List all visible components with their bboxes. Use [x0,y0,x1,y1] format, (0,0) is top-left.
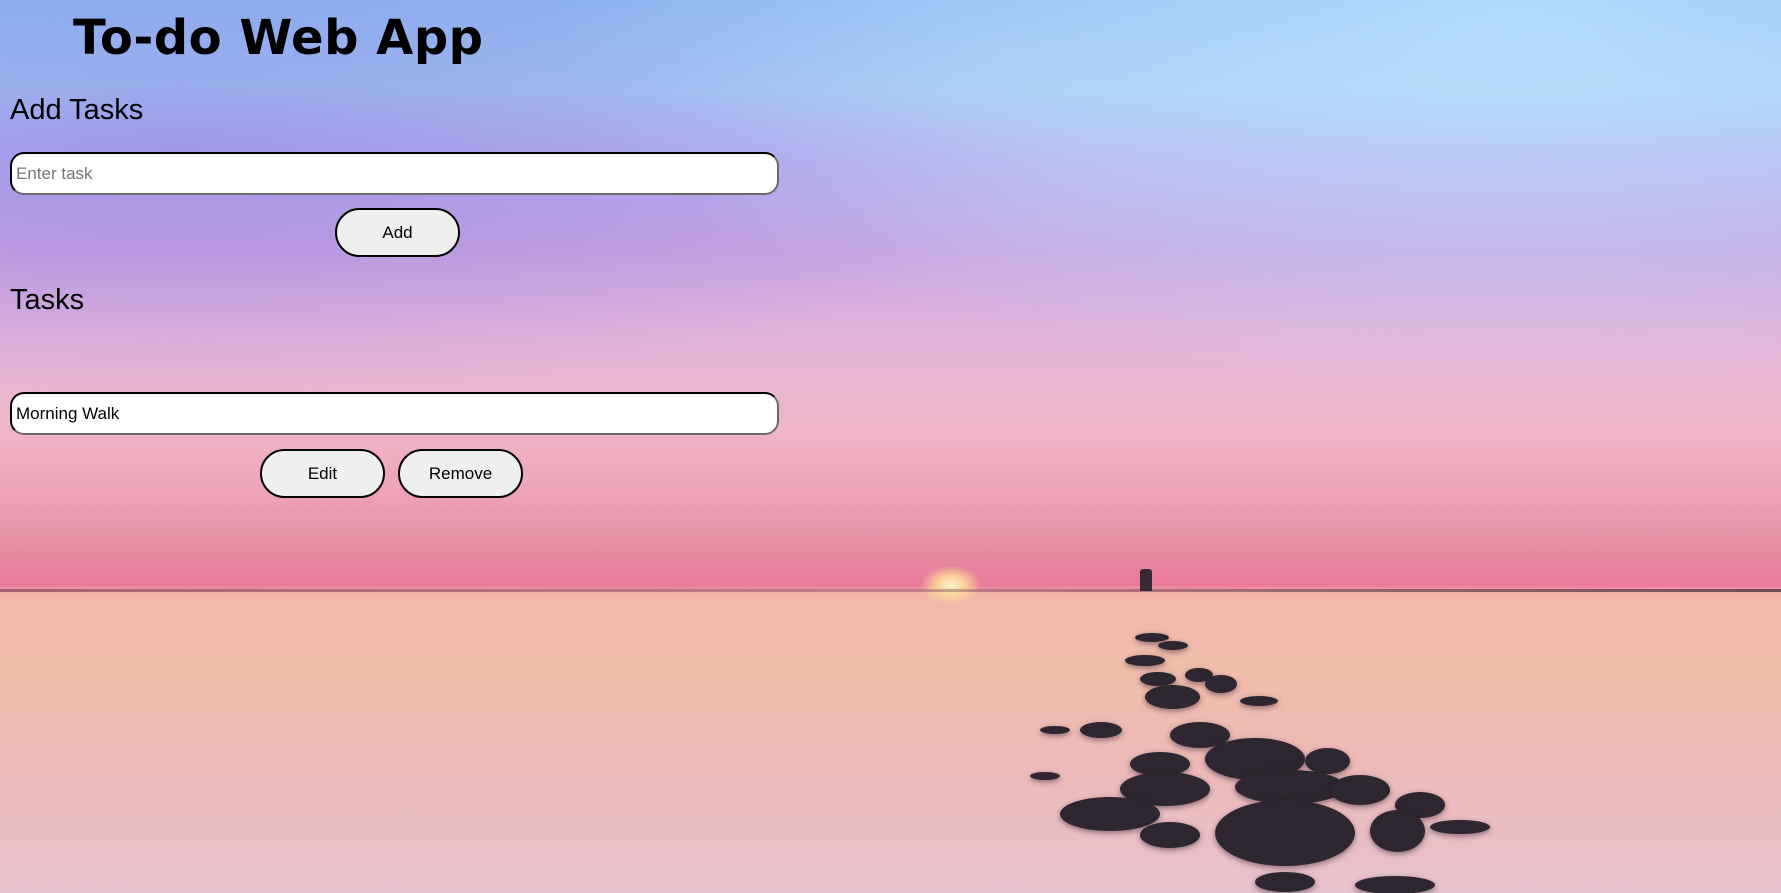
rock-25 [1255,872,1315,892]
rock-8 [1240,696,1278,706]
rock-16 [1235,770,1345,804]
rock-2 [1158,641,1188,650]
rock-3 [1125,655,1165,666]
rock-6 [1205,675,1237,693]
rock-21 [1370,810,1425,852]
rock-1 [1135,633,1169,642]
rock-24 [1030,772,1060,780]
edit-button[interactable]: Edit [260,449,385,498]
rock-20 [1215,800,1355,866]
rock-7 [1145,685,1200,709]
task-item-text[interactable] [10,392,779,435]
tasks-heading: Tasks [10,284,85,316]
rock-26 [1355,876,1435,893]
remove-button[interactable]: Remove [398,449,523,498]
app-title: To-do Web App [73,10,484,66]
enter-task-input[interactable] [10,152,779,195]
add-button[interactable]: Add [335,208,460,257]
rock-9 [1080,722,1122,738]
background-water [0,592,1781,893]
rock-10 [1040,726,1070,734]
rock-13 [1305,748,1350,774]
lighthouse-silhouette [1140,569,1152,591]
rock-19 [1060,797,1160,831]
rock-23 [1140,822,1200,848]
background-sky [0,0,1781,590]
rock-22 [1430,820,1490,834]
add-tasks-heading: Add Tasks [10,94,144,126]
rock-5 [1140,672,1176,686]
rock-17 [1330,775,1390,805]
